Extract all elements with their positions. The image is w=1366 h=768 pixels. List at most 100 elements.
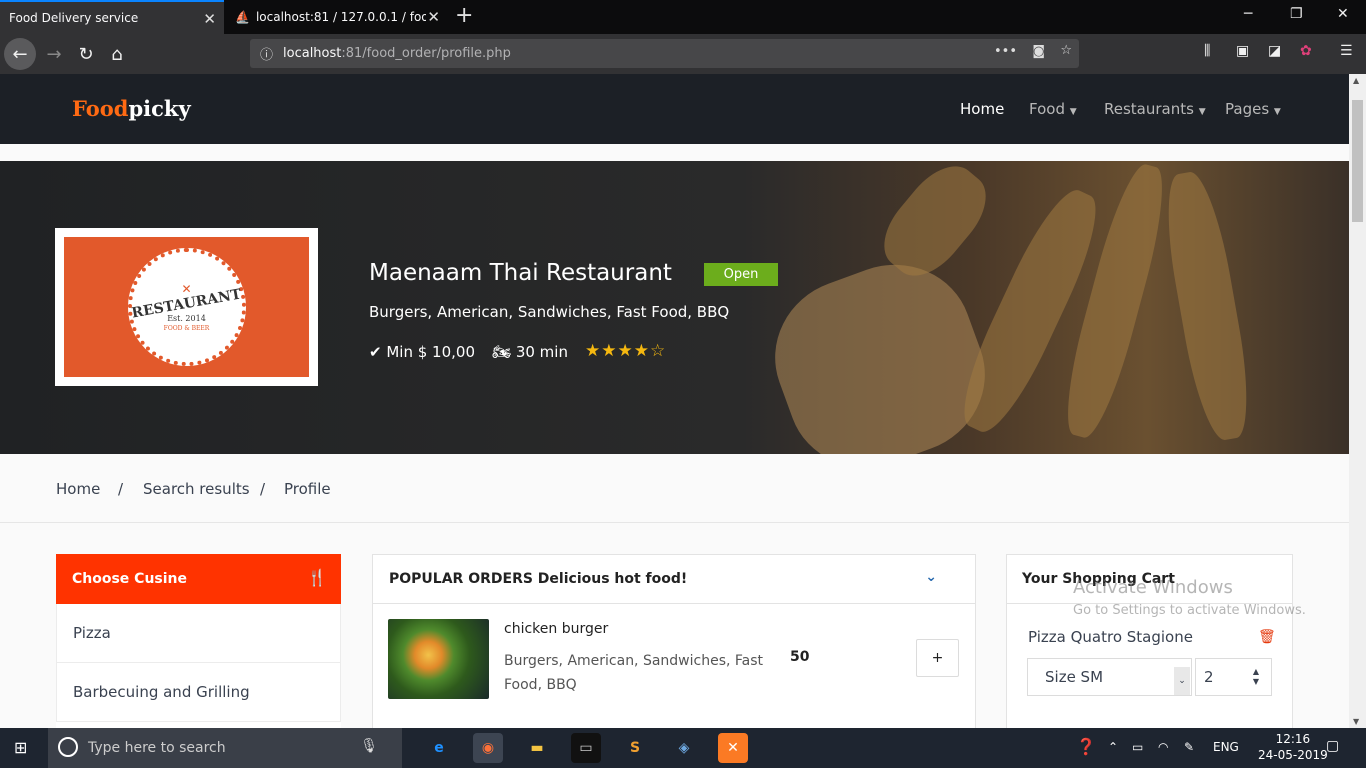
- bookmark-star-icon[interactable]: ☆: [1060, 43, 1072, 58]
- site-logo[interactable]: Foodpicky: [72, 96, 191, 121]
- back-icon[interactable]: ←: [4, 38, 36, 70]
- home-icon[interactable]: ⌂: [101, 38, 133, 70]
- nav-pages-label: Pages: [1225, 100, 1270, 118]
- star-full-icon: ★: [633, 341, 650, 361]
- trash-icon[interactable]: 🗑: [1258, 629, 1276, 645]
- restaurant-logo: ✕ RESTAURANT Est. 2014 FOOD & BEER: [55, 228, 318, 386]
- cuisine-item-pizza[interactable]: Pizza: [56, 604, 341, 663]
- popular-orders-header[interactable]: POPULAR ORDERS Delicious hot food! ⌄: [373, 555, 975, 604]
- chevron-up-icon[interactable]: ⌃: [1108, 740, 1118, 754]
- star-empty-icon: ☆: [650, 341, 667, 361]
- page-scrollbar[interactable]: ▲ ▼: [1349, 74, 1366, 728]
- scroll-up-icon[interactable]: ▲: [1353, 76, 1359, 85]
- chevron-down-icon[interactable]: ⌄: [925, 569, 937, 585]
- logo-part-a: Food: [72, 96, 129, 121]
- nav-restaurants[interactable]: Restaurants ▼: [1104, 100, 1206, 118]
- spinner-icon[interactable]: ▲ ▼: [1253, 667, 1259, 687]
- language-indicator[interactable]: ENG: [1213, 740, 1239, 754]
- size-select-value: Size SM: [1045, 668, 1104, 686]
- reload-icon[interactable]: ↻: [70, 38, 102, 70]
- windows-start-icon[interactable]: ⊞: [14, 738, 27, 757]
- terminal-icon[interactable]: ▭: [571, 733, 601, 763]
- restore-icon[interactable]: ❐: [1290, 6, 1303, 22]
- phpmyadmin-icon: ⛵: [235, 10, 250, 24]
- more-icon[interactable]: •••: [994, 44, 1017, 59]
- microphone-icon[interactable]: 🎙: [360, 738, 378, 754]
- food-price: 50: [790, 649, 810, 665]
- quantity-stepper[interactable]: 2 ▲ ▼: [1195, 658, 1272, 696]
- pen-icon[interactable]: ✎: [1184, 740, 1194, 754]
- browser-toolbar: ← → ↻ ⌂ ⓘ localhost:81/food_order/profil…: [0, 34, 1366, 74]
- nav-food[interactable]: Food ▼: [1029, 100, 1077, 118]
- url-bar[interactable]: ⓘ localhost:81/food_order/profile.php ••…: [250, 39, 1079, 68]
- tab-phpmyadmin[interactable]: ⛵ localhost:81 / 127.0.0.1 / food_o ✕: [226, 0, 448, 34]
- breadcrumb-separator: /: [260, 480, 266, 498]
- close-tab-icon[interactable]: ✕: [427, 8, 440, 26]
- motorbike-icon: 🏍: [492, 343, 512, 361]
- caret-down-icon: ▼: [1069, 107, 1077, 117]
- color-extension-icon[interactable]: ✿: [1300, 43, 1312, 59]
- scroll-down-icon[interactable]: ▼: [1353, 717, 1359, 726]
- star-full-icon: ★: [601, 341, 618, 361]
- sidebar-icon[interactable]: ▣: [1236, 43, 1249, 59]
- forward-icon[interactable]: →: [38, 38, 70, 70]
- clock-time: 12:16: [1275, 732, 1311, 746]
- wifi-icon[interactable]: ◠: [1158, 740, 1168, 754]
- edge-icon[interactable]: e: [424, 733, 454, 763]
- cuisine-item-barbecuing[interactable]: Barbecuing and Grilling: [56, 663, 341, 722]
- popular-orders-panel: POPULAR ORDERS Delicious hot food! ⌄ chic…: [372, 554, 976, 728]
- logo-part-b: picky: [128, 96, 191, 121]
- minimize-icon[interactable]: ─: [1244, 6, 1252, 22]
- taskbar-search-input[interactable]: Type here to search 🎙: [48, 728, 402, 768]
- nav-food-label: Food: [1029, 100, 1065, 118]
- star-full-icon: ★: [585, 341, 602, 361]
- scroll-thumb[interactable]: [1352, 100, 1363, 222]
- tab-food-delivery[interactable]: Food Delivery service ✕: [0, 0, 224, 34]
- add-to-cart-button[interactable]: +: [916, 639, 959, 677]
- python-icon[interactable]: ◈: [669, 733, 699, 763]
- size-select[interactable]: Size SM ⌄: [1027, 658, 1192, 696]
- tab-strip: Food Delivery service ✕ ⛵ localhost:81 /…: [0, 0, 1366, 34]
- close-tab-icon[interactable]: ✕: [203, 10, 216, 28]
- battery-icon[interactable]: ▭: [1132, 740, 1143, 754]
- library-icon[interactable]: ⫼: [1204, 43, 1210, 59]
- caret-down-icon: ▼: [1198, 107, 1206, 117]
- tab-title: Food Delivery service: [9, 11, 139, 25]
- min-order-value: Min $ 10,00: [386, 343, 475, 361]
- breadcrumb-profile: Profile: [284, 480, 331, 498]
- popular-orders-title: POPULAR ORDERS Delicious hot food!: [389, 571, 688, 587]
- clock[interactable]: 12:16 24-05-2019: [1258, 731, 1328, 763]
- extension-icon[interactable]: ◪: [1268, 43, 1281, 59]
- firefox-icon[interactable]: ◉: [473, 733, 503, 763]
- cart-item-name: Pizza Quatro Stagione: [1028, 628, 1193, 646]
- delivery-time: 🏍 30 min: [492, 343, 568, 361]
- url-host: localhost: [283, 46, 342, 61]
- site-header: Foodpicky Home Food ▼ Restaurants ▼ Page…: [0, 74, 1349, 144]
- activate-windows-title: Activate Windows: [1073, 577, 1233, 598]
- menu-icon[interactable]: ☰: [1340, 43, 1353, 59]
- notification-icon[interactable]: ▢: [1326, 738, 1339, 754]
- nav-pages[interactable]: Pages ▼: [1225, 100, 1281, 118]
- wheat-image: [1156, 168, 1259, 444]
- help-icon[interactable]: ❓: [1076, 737, 1096, 756]
- pocket-icon[interactable]: ◙: [1032, 44, 1045, 59]
- sublime-icon[interactable]: S: [620, 733, 650, 763]
- nav-home[interactable]: Home: [960, 100, 1004, 118]
- quantity-value: 2: [1204, 668, 1214, 686]
- file-explorer-icon[interactable]: ▬: [522, 733, 552, 763]
- info-icon: ⓘ: [260, 48, 274, 63]
- breadcrumb-home[interactable]: Home: [56, 480, 100, 498]
- clock-date: 24-05-2019: [1258, 748, 1328, 762]
- new-tab-icon[interactable]: +: [455, 3, 473, 28]
- caret-down-icon: ▼: [1273, 107, 1281, 117]
- chevron-down-icon: ⌄: [1174, 667, 1190, 695]
- xampp-icon[interactable]: ✕: [718, 733, 748, 763]
- close-window-icon[interactable]: ✕: [1337, 6, 1349, 22]
- cuisine-header: Choose Cusine 🍴: [56, 554, 341, 604]
- breadcrumb-search-results[interactable]: Search results: [143, 480, 250, 498]
- windows-taskbar: ⊞ Type here to search 🎙 e ◉ ▬ ▭ S ◈ ✕ ❓ …: [0, 728, 1366, 768]
- search-placeholder: Type here to search: [88, 740, 226, 756]
- search-circle-icon: [58, 737, 78, 757]
- breadcrumb-separator: /: [118, 480, 124, 498]
- food-description: Burgers, American, Sandwiches, Fast Food…: [504, 653, 764, 693]
